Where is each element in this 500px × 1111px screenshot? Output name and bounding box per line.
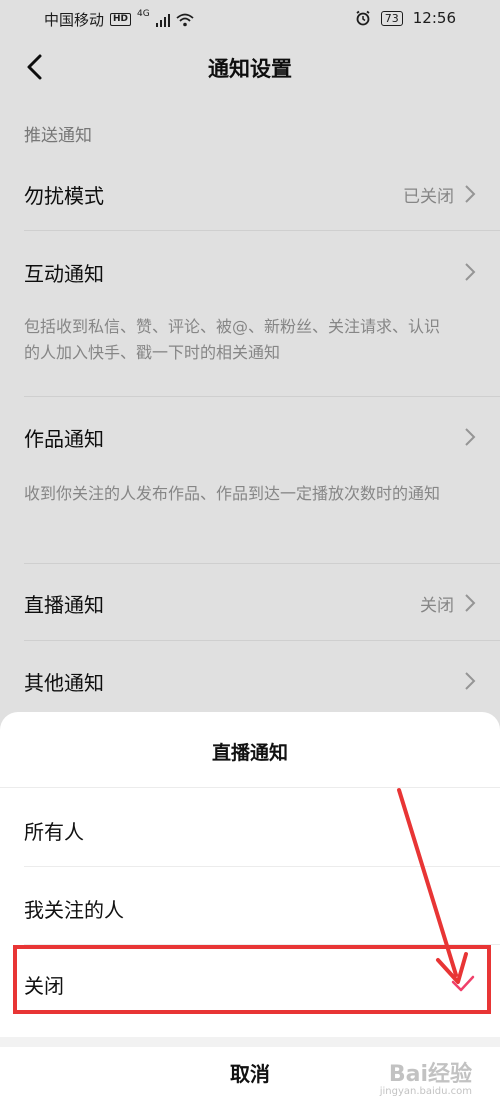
live-notice-action-sheet: 直播通知 所有人 我关注的人 关闭 取消 <box>0 712 500 1111</box>
divider <box>24 866 500 867</box>
divider <box>0 787 500 788</box>
sheet-title: 直播通知 <box>211 742 288 764</box>
watermark-logo: Bai经验 <box>388 1062 472 1087</box>
option-following[interactable]: 我关注的人 <box>24 888 476 928</box>
watermark-url: jingyan.baidu.com <box>379 1086 472 1097</box>
option-label: 所有人 <box>24 819 84 844</box>
annotation-highlight-box <box>13 945 491 1014</box>
option-label: 我关注的人 <box>24 897 124 922</box>
option-everyone[interactable]: 所有人 <box>24 810 476 850</box>
sheet-separator <box>0 1037 500 1047</box>
